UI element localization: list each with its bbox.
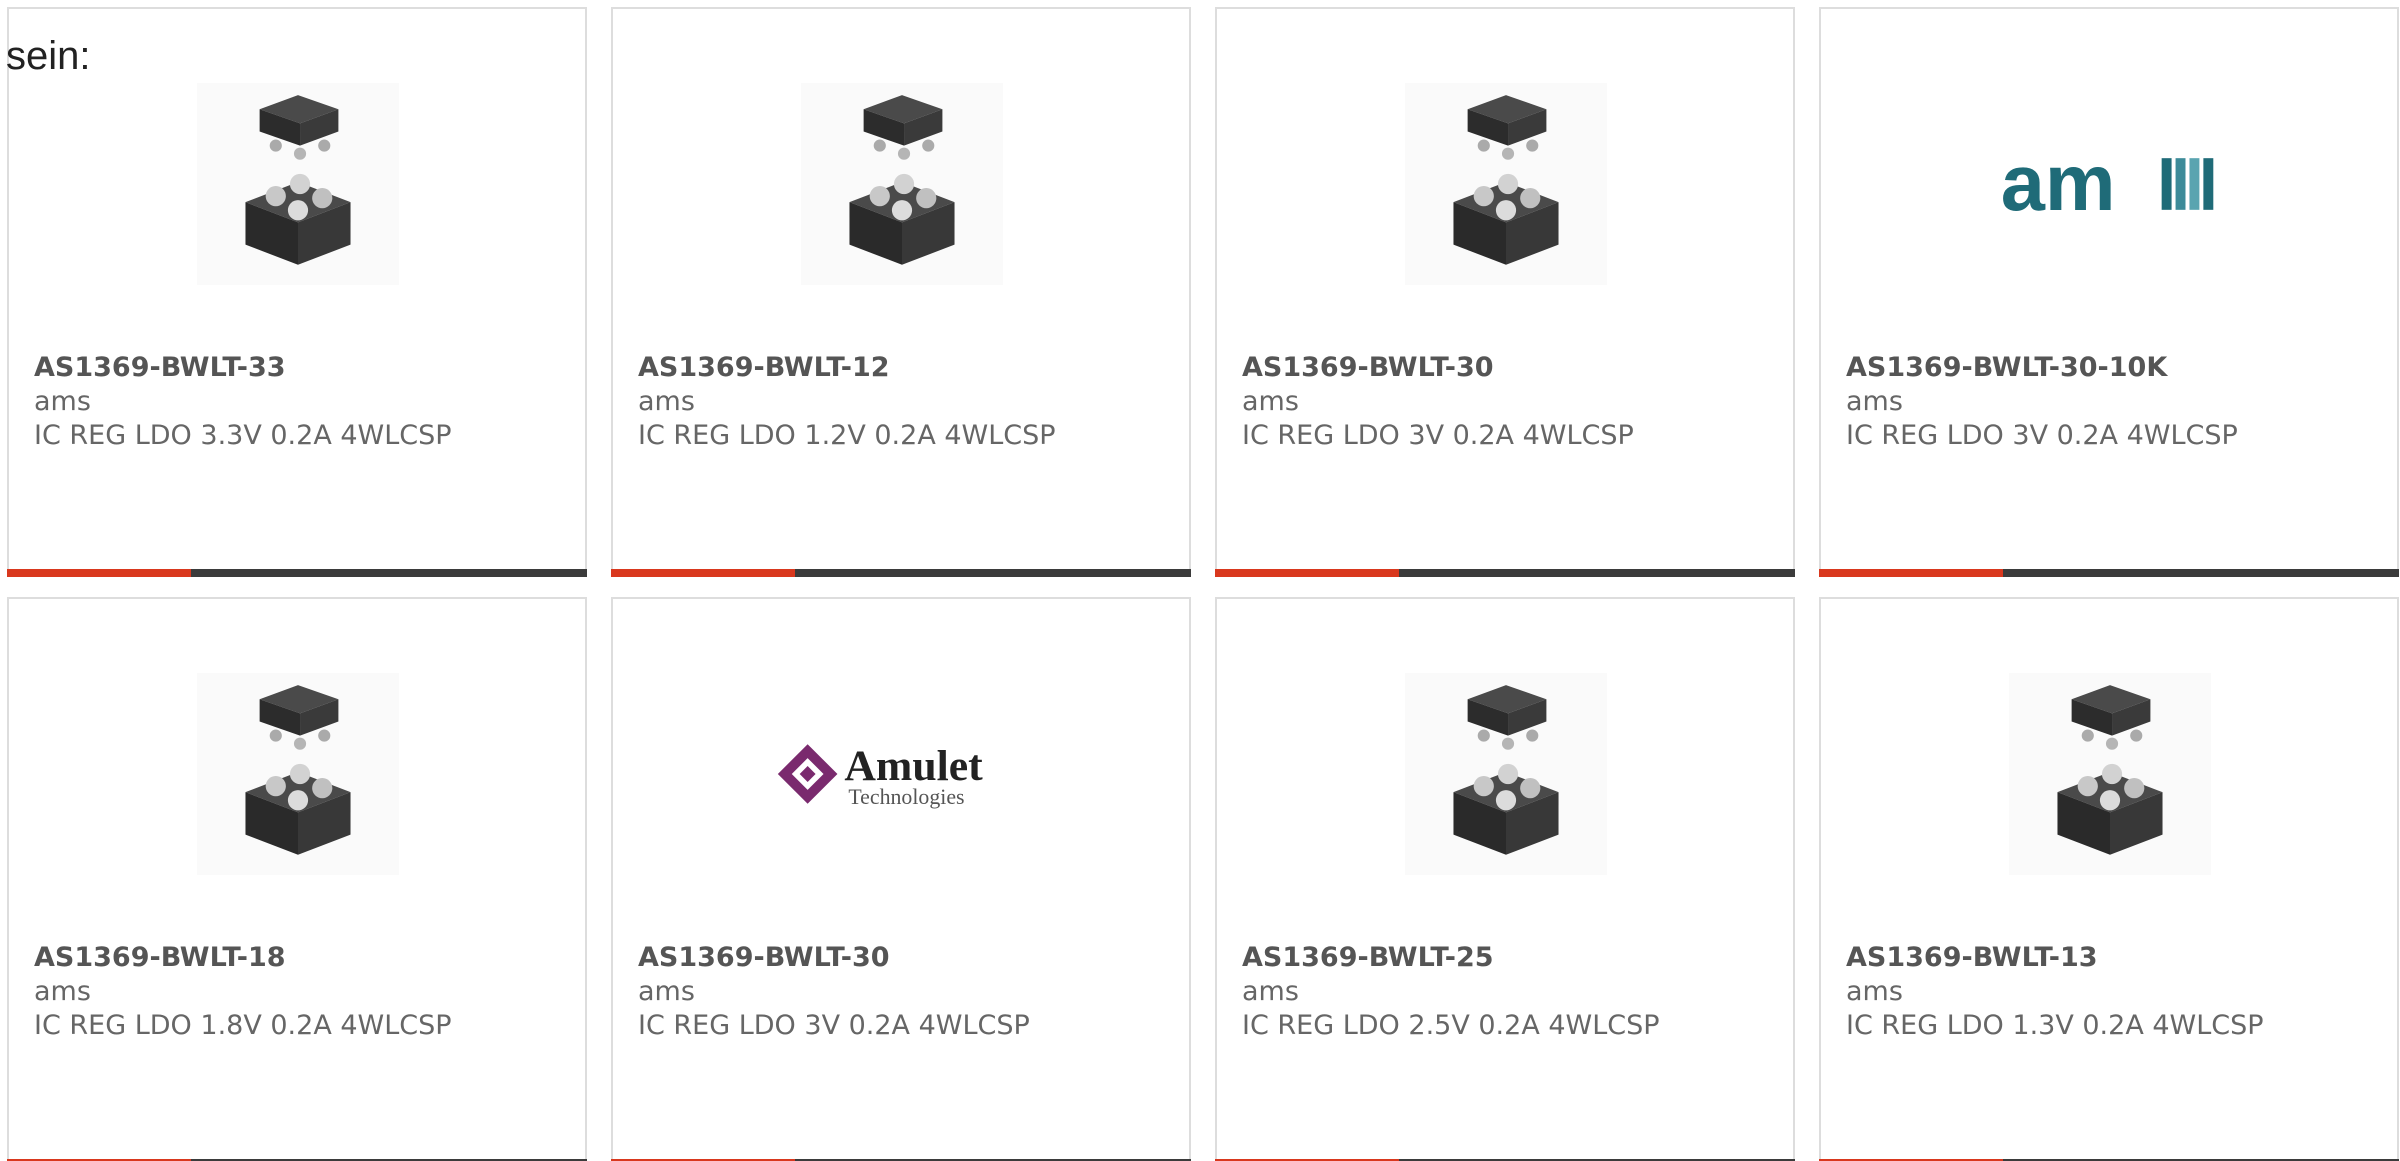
product-card[interactable]: AS1369-BWLT-33 ams IC REG LDO 3.3V 0.2A 4W… bbox=[7, 7, 587, 577]
card-accent-bar bbox=[611, 569, 1191, 577]
product-info: AS1369-BWLT-13 ams IC REG LDO 1.3V 0.2A 4W… bbox=[1846, 941, 2377, 1043]
bar-dark-segment bbox=[795, 569, 1191, 577]
product-description: IC REG LDO 3V 0.2A 4WLCSP bbox=[1242, 420, 1634, 451]
manufacturer: ams bbox=[638, 976, 695, 1007]
ams-logo[interactable]: am bbox=[1961, 83, 2259, 285]
svg-text:Technologies: Technologies bbox=[848, 785, 964, 809]
product-image[interactable] bbox=[1405, 673, 1607, 875]
product-info: AS1369-BWLT-25 ams IC REG LDO 2.5V 0.2A 4W… bbox=[1242, 941, 1773, 1043]
product-description: IC REG LDO 3V 0.2A 4WLCSP bbox=[1846, 420, 2238, 451]
bar-accent-segment bbox=[611, 569, 795, 577]
product-info: AS1369-BWLT-18 ams IC REG LDO 1.8V 0.2A 4W… bbox=[34, 941, 565, 1043]
product-card[interactable]: AS1369-BWLT-25 ams IC REG LDO 2.5V 0.2A 4W… bbox=[1215, 597, 1795, 1161]
product-description: IC REG LDO 1.8V 0.2A 4WLCSP bbox=[34, 1010, 452, 1041]
product-card[interactable]: am AS1369-BWLT-30-10K ams IC REG LDO 3V 0.… bbox=[1819, 7, 2399, 577]
card-accent-bar bbox=[7, 569, 587, 577]
bar-accent-segment bbox=[7, 569, 191, 577]
part-number-link[interactable]: AS1369-BWLT-25 bbox=[1242, 941, 1773, 975]
bar-dark-segment bbox=[1399, 569, 1795, 577]
product-description: IC REG LDO 2.5V 0.2A 4WLCSP bbox=[1242, 1010, 1660, 1041]
product-grid: AS1369-BWLT-33 ams IC REG LDO 3.3V 0.2A 4W… bbox=[7, 7, 2399, 1161]
part-number-link[interactable]: AS1369-BWLT-30 bbox=[638, 941, 1169, 975]
product-card[interactable]: AS1369-BWLT-13 ams IC REG LDO 1.3V 0.2A 4W… bbox=[1819, 597, 2399, 1161]
part-number-link[interactable]: AS1369-BWLT-30 bbox=[1242, 351, 1773, 385]
card-accent-bar bbox=[1819, 569, 2399, 577]
product-info: AS1369-BWLT-30 ams IC REG LDO 3V 0.2A 4WLC… bbox=[1242, 351, 1773, 453]
bar-accent-segment bbox=[1215, 569, 1399, 577]
product-info: AS1369-BWLT-30-10K ams IC REG LDO 3V 0.2A … bbox=[1846, 351, 2377, 453]
part-number-link[interactable]: AS1369-BWLT-33 bbox=[34, 351, 565, 385]
manufacturer: ams bbox=[1242, 976, 1299, 1007]
product-image[interactable] bbox=[801, 83, 1003, 285]
product-info: AS1369-BWLT-12 ams IC REG LDO 1.2V 0.2A 4W… bbox=[638, 351, 1169, 453]
bar-accent-segment bbox=[1819, 569, 2003, 577]
svg-text:Amulet: Amulet bbox=[844, 742, 983, 790]
product-image[interactable] bbox=[1405, 83, 1607, 285]
manufacturer: ams bbox=[1846, 386, 1903, 417]
manufacturer: ams bbox=[1242, 386, 1299, 417]
product-card[interactable]: Amulet Technologies AS1369-BWLT-30 ams IC … bbox=[611, 597, 1191, 1161]
manufacturer: ams bbox=[638, 386, 695, 417]
product-card[interactable]: AS1369-BWLT-18 ams IC REG LDO 1.8V 0.2A 4W… bbox=[7, 597, 587, 1161]
product-card[interactable]: AS1369-BWLT-30 ams IC REG LDO 3V 0.2A 4WLC… bbox=[1215, 7, 1795, 577]
product-info: AS1369-BWLT-33 ams IC REG LDO 3.3V 0.2A 4W… bbox=[34, 351, 565, 453]
manufacturer: ams bbox=[34, 976, 91, 1007]
product-info: AS1369-BWLT-30 ams IC REG LDO 3V 0.2A 4WLC… bbox=[638, 941, 1169, 1043]
product-description: IC REG LDO 1.3V 0.2A 4WLCSP bbox=[1846, 1010, 2264, 1041]
product-image[interactable] bbox=[197, 83, 399, 285]
part-number-link[interactable]: AS1369-BWLT-30-10K bbox=[1846, 351, 2377, 385]
amulet-technologies-logo[interactable]: Amulet Technologies bbox=[753, 673, 1051, 875]
product-card[interactable]: AS1369-BWLT-12 ams IC REG LDO 1.2V 0.2A 4W… bbox=[611, 7, 1191, 577]
intro-text: sein: bbox=[6, 34, 91, 78]
manufacturer: ams bbox=[1846, 976, 1903, 1007]
svg-text:am: am bbox=[2001, 138, 2116, 227]
manufacturer: ams bbox=[34, 386, 91, 417]
part-number-link[interactable]: AS1369-BWLT-18 bbox=[34, 941, 565, 975]
bar-dark-segment bbox=[191, 569, 587, 577]
product-grid-page: sein: AS1369-BWLT-33 ams IC REG LDO 3.3V 0… bbox=[0, 0, 2400, 1161]
product-image[interactable] bbox=[2009, 673, 2211, 875]
product-description: IC REG LDO 1.2V 0.2A 4WLCSP bbox=[638, 420, 1056, 451]
part-number-link[interactable]: AS1369-BWLT-13 bbox=[1846, 941, 2377, 975]
product-description: IC REG LDO 3.3V 0.2A 4WLCSP bbox=[34, 420, 452, 451]
part-number-link[interactable]: AS1369-BWLT-12 bbox=[638, 351, 1169, 385]
product-image[interactable] bbox=[197, 673, 399, 875]
bar-dark-segment bbox=[2003, 569, 2399, 577]
card-accent-bar bbox=[1215, 569, 1795, 577]
product-description: IC REG LDO 3V 0.2A 4WLCSP bbox=[638, 1010, 1030, 1041]
